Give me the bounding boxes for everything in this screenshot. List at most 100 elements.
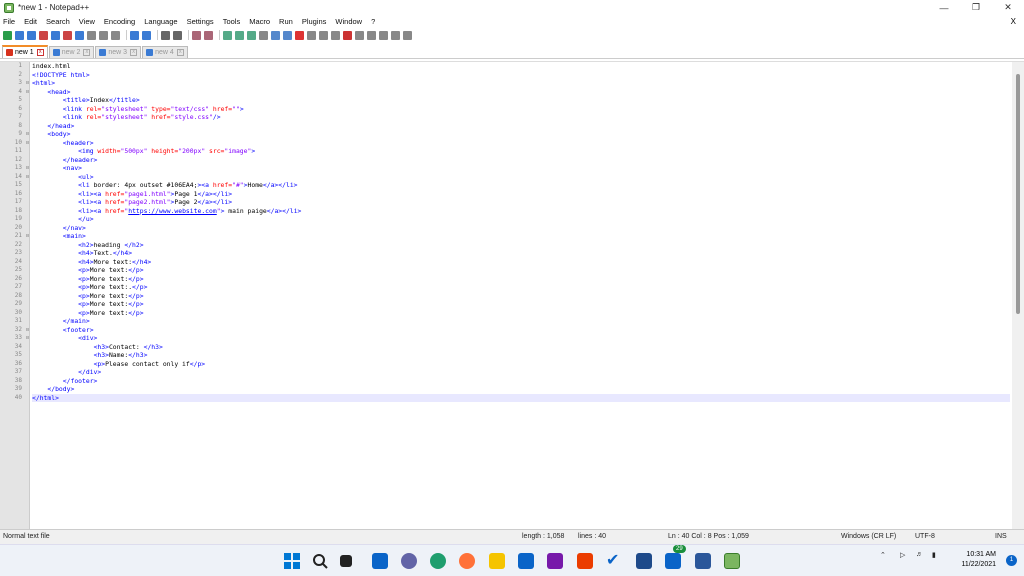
menu-tools[interactable]: Tools	[223, 17, 241, 26]
code-line[interactable]: 24 <h4>More text:</h4>	[15, 258, 1010, 267]
code-line[interactable]: 39 </body>	[15, 385, 1010, 394]
task-view-icon[interactable]	[340, 555, 352, 567]
menu-view[interactable]: View	[79, 17, 95, 26]
tab-new-3[interactable]: new 3x	[95, 46, 142, 58]
stop-macro-icon[interactable]	[355, 30, 364, 40]
code-line[interactable]: 26 <p>More text:</p>	[15, 275, 1010, 284]
tab-close-icon[interactable]: x	[36, 49, 44, 56]
sync-h-icon[interactable]	[235, 30, 244, 40]
code-line[interactable]: 34 <h3>Contact: </h3>	[15, 343, 1010, 352]
chat-icon[interactable]	[401, 553, 417, 569]
battery-icon[interactable]: ▮	[932, 551, 936, 559]
sync-v-icon[interactable]	[223, 30, 232, 40]
firefox-icon[interactable]	[459, 553, 475, 569]
maximize-button[interactable]: ❐	[960, 0, 992, 15]
word-icon[interactable]	[695, 553, 711, 569]
tab-close-icon[interactable]: x	[130, 49, 138, 56]
code-line[interactable]: 4 ⊟ <head>	[18, 88, 1010, 97]
code-line[interactable]: 30 <p>More text:</p>	[15, 309, 1010, 318]
save-all-icon[interactable]	[39, 30, 48, 40]
open-file-icon[interactable]	[15, 30, 24, 40]
code-line[interactable]: 10 ⊟ <header>	[15, 139, 1010, 148]
editor[interactable]: 1 index.html 2 <!DOCTYPE html> 3 ⊟ <html> 4 ⊟ <h…	[0, 61, 1024, 530]
code-area[interactable]: 1 index.html 2 <!DOCTYPE html> 3 ⊟ <html> 4 ⊟ <h…	[15, 62, 1010, 402]
clock[interactable]: 10:31 AM 11/22/2021	[961, 550, 996, 570]
save-macro-icon[interactable]	[391, 30, 400, 40]
replace-icon[interactable]	[173, 30, 182, 40]
menu-run[interactable]: Run	[279, 17, 293, 26]
code-line[interactable]: 20 </nav>	[15, 224, 1010, 233]
fold-marker-icon[interactable]: ⊟	[25, 334, 30, 343]
tab-close-icon[interactable]: x	[176, 49, 184, 56]
search-icon[interactable]	[312, 553, 328, 569]
code-line[interactable]: 15 <li border: 4px outset #106EA4;><a hr…	[15, 181, 1010, 190]
tab-new-2[interactable]: new 2x	[48, 46, 95, 58]
code-line[interactable]: 21 ⊟ <main>	[15, 232, 1010, 241]
file-explorer-icon[interactable]	[489, 553, 505, 569]
code-line[interactable]: 11 <img width="500px" height="200px" src…	[15, 147, 1010, 156]
doc-map-icon[interactable]	[295, 30, 304, 40]
copy-icon[interactable]	[99, 30, 108, 40]
code-line[interactable]: 38 </footer>	[15, 377, 1010, 386]
find-icon[interactable]	[161, 30, 170, 40]
scrollbar-thumb[interactable]	[1016, 74, 1020, 314]
onenote-icon[interactable]	[547, 553, 563, 569]
fold-marker-icon[interactable]: ⊟	[25, 79, 30, 88]
close-button[interactable]: ✕	[992, 0, 1024, 15]
tab-close-icon[interactable]: x	[83, 49, 91, 56]
fold-marker-icon[interactable]: ⊟	[25, 130, 30, 139]
menu-file[interactable]: File	[3, 17, 15, 26]
code-line[interactable]: 16 <li><a href="page1.html">Page 1</a></…	[15, 190, 1010, 199]
start-icon[interactable]	[284, 553, 300, 569]
close-icon[interactable]	[51, 30, 60, 40]
code-line[interactable]: 32 ⊟ <footer>	[15, 326, 1010, 335]
code-line[interactable]: 19 </u>	[15, 215, 1010, 224]
menu-encoding[interactable]: Encoding	[104, 17, 135, 26]
store-icon[interactable]	[636, 553, 652, 569]
notepad-plus-plus-taskbar-icon[interactable]	[724, 553, 740, 569]
code-line[interactable]: 27 <p>More text:.</p>	[15, 283, 1010, 292]
calendar-icon[interactable]: 29	[665, 545, 686, 569]
fold-marker-icon[interactable]: ⊟	[25, 173, 30, 182]
paste-icon[interactable]	[111, 30, 120, 40]
menu-edit[interactable]: Edit	[24, 17, 37, 26]
network-icon[interactable]: ▷	[900, 551, 905, 559]
cut-icon[interactable]	[87, 30, 96, 40]
code-line[interactable]: 14 ⊟ <ul>	[15, 173, 1010, 182]
code-line[interactable]: 22 <h2>heading </h2>	[15, 241, 1010, 250]
undo-icon[interactable]	[130, 30, 139, 40]
code-line[interactable]: 37 </div>	[15, 368, 1010, 377]
mail-icon[interactable]	[518, 553, 534, 569]
monitor-icon[interactable]	[331, 30, 340, 40]
tray-chevron-icon[interactable]: ⌃	[880, 551, 886, 559]
extra-icon[interactable]	[403, 30, 412, 40]
folder-ws-icon[interactable]	[319, 30, 328, 40]
save-icon[interactable]	[27, 30, 36, 40]
close-all-icon[interactable]	[63, 30, 72, 40]
code-line[interactable]: 1 index.html	[18, 62, 1010, 71]
fold-marker-icon[interactable]: ⊟	[25, 139, 30, 148]
todo-icon[interactable]: ✔	[606, 553, 622, 569]
volume-icon[interactable]: ♬	[916, 551, 923, 558]
code-line[interactable]: 9 ⊟ <body>	[18, 130, 1010, 139]
code-line[interactable]: 5 <title>Index</title>	[18, 96, 1010, 105]
fold-marker-icon[interactable]: ⊟	[25, 164, 30, 173]
code-line[interactable]: 8 </head>	[18, 122, 1010, 131]
code-line[interactable]: 13 ⊟ <nav>	[15, 164, 1010, 173]
play-macro-icon[interactable]	[367, 30, 376, 40]
fold-marker-icon[interactable]: ⊟	[25, 326, 30, 335]
code-line[interactable]: 40 </html>	[15, 393, 1010, 402]
menu-help[interactable]: ?	[371, 17, 375, 26]
menu-plugins[interactable]: Plugins	[302, 17, 327, 26]
code-line[interactable]: 31 </main>	[15, 317, 1010, 326]
code-line[interactable]: 17 <li><a href="page2.html">Page 2</a></…	[15, 198, 1010, 207]
code-line[interactable]: 3 ⊟ <html>	[18, 79, 1010, 88]
menu-search[interactable]: Search	[46, 17, 70, 26]
udl-icon[interactable]	[283, 30, 292, 40]
code-line[interactable]: 12 </header>	[15, 156, 1010, 165]
code-line[interactable]: 25 <p>More text:</p>	[15, 266, 1010, 275]
code-line[interactable]: 36 <p>Please contact only if</p>	[15, 360, 1010, 369]
wrap-icon[interactable]	[247, 30, 256, 40]
func-list-icon[interactable]	[307, 30, 316, 40]
print-icon[interactable]	[75, 30, 84, 40]
